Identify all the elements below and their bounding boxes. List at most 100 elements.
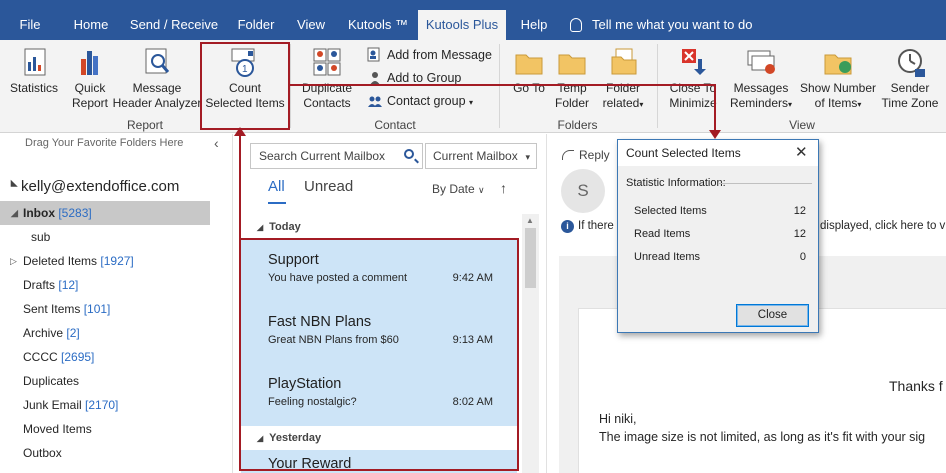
- stat-row-read: Read Items 12: [634, 228, 806, 240]
- add-from-message-icon: [367, 47, 383, 63]
- sort-label: By Date: [432, 182, 475, 196]
- folder-item-sub[interactable]: sub: [0, 225, 210, 249]
- scroll-up-icon[interactable]: ▲: [526, 216, 534, 225]
- folder-item-outbox[interactable]: Outbox: [0, 441, 210, 465]
- folder-related-button[interactable]: Folder related▾: [598, 47, 648, 112]
- folder-name: Deleted Items: [23, 254, 98, 268]
- folder-name: Moved Items: [23, 422, 92, 436]
- statistics-button[interactable]: Statistics: [6, 47, 62, 96]
- search-icon[interactable]: [404, 149, 414, 159]
- folder-pane: Drag Your Favorite Folders Here ‹ kelly@…: [0, 134, 233, 473]
- folder-item-archive[interactable]: Archive [2]: [0, 321, 210, 345]
- search-scope-value: Current Mailbox: [433, 149, 518, 163]
- folder-item-duplicates[interactable]: Duplicates: [0, 369, 210, 393]
- scrollbar-thumb[interactable]: [525, 228, 536, 288]
- folder-count: [2]: [66, 326, 80, 340]
- search-scope-dropdown[interactable]: Current Mailbox ▾: [425, 143, 537, 169]
- contact-group-label: Contact group: [387, 94, 466, 108]
- group-separator: [657, 44, 658, 128]
- quick-report-label: Quick Report: [71, 81, 109, 110]
- folder-item-moved[interactable]: Moved Items: [0, 417, 210, 441]
- collapse-pane-icon[interactable]: ‹: [214, 135, 219, 151]
- group-header-today[interactable]: ◢ Today: [257, 221, 301, 233]
- stat-label: Unread Items: [634, 251, 701, 263]
- chevron-down-icon: ▾: [525, 152, 530, 162]
- ribbon: Statistics Quick Report Message Header A…: [0, 40, 946, 133]
- avatar: S: [561, 169, 605, 213]
- contact-group-dropdown[interactable]: Contact group ▾: [365, 91, 473, 111]
- sort-direction-icon[interactable]: ↑: [500, 180, 507, 196]
- filter-unread-tab[interactable]: Unread: [304, 178, 353, 195]
- stat-row-unread: Unread Items 0: [634, 251, 806, 263]
- go-to-button[interactable]: Go To: [506, 47, 552, 96]
- tab-kutools[interactable]: Kutools ™: [340, 10, 416, 40]
- folders-group-label: Folders: [557, 118, 598, 132]
- folder-item-deleted[interactable]: ▷ Deleted Items [1927]: [0, 249, 210, 273]
- folder-icon: [512, 47, 546, 77]
- quick-report-button[interactable]: Quick Report: [68, 47, 112, 111]
- folder-item-inbox[interactable]: ◢ Inbox [5283]: [0, 201, 210, 225]
- add-from-message-button[interactable]: Add from Message: [365, 45, 492, 65]
- divider: [719, 183, 812, 184]
- stat-label: Selected Items: [634, 205, 707, 217]
- tab-home[interactable]: Home: [66, 10, 116, 40]
- folder-item-junk[interactable]: Junk Email [2170]: [0, 393, 210, 417]
- tab-help[interactable]: Help: [514, 10, 554, 40]
- annotation-line: [714, 84, 716, 132]
- group-separator: [290, 44, 291, 128]
- folder-item-cccc[interactable]: CCCC [2695]: [0, 345, 210, 369]
- show-number-of-items-button[interactable]: Show Number of Items▾: [797, 47, 879, 112]
- stat-row-selected: Selected Items 12: [634, 205, 806, 217]
- messages-reminders-button[interactable]: Messages Reminders▾: [728, 47, 794, 112]
- tab-view[interactable]: View: [290, 10, 332, 40]
- close-button[interactable]: Close: [736, 304, 809, 327]
- show-number-of-items-label: Show Number of Items▾: [799, 81, 877, 110]
- tell-me-box[interactable]: Tell me what you want to do: [570, 10, 752, 40]
- group-separator: [499, 44, 500, 128]
- folder-name: sub: [31, 230, 51, 244]
- chevron-down-icon: ∨: [478, 185, 485, 195]
- sender-time-zone-button[interactable]: Sender Time Zone: [877, 47, 943, 111]
- duplicate-contacts-button[interactable]: Duplicate Contacts: [298, 47, 356, 111]
- quick-report-icon: [73, 47, 107, 77]
- sender-time-zone-label: Sender Time Zone: [881, 81, 939, 110]
- folder-name: Archive: [23, 326, 64, 340]
- close-to-minimize-icon: [676, 47, 710, 77]
- folder-item-drafts[interactable]: Drafts [12]: [0, 273, 210, 297]
- info-bar-text[interactable]: displayed, click here to v: [820, 220, 945, 232]
- tab-send-receive[interactable]: Send / Receive: [126, 10, 222, 40]
- sort-by-dropdown[interactable]: By Date ∨: [432, 182, 485, 196]
- reply-icon: [562, 150, 574, 160]
- info-icon: i: [561, 220, 574, 233]
- folder-item-sent[interactable]: Sent Items [101]: [0, 297, 210, 321]
- pane-divider[interactable]: [546, 134, 547, 473]
- annotation-arrow-icon: [709, 130, 721, 139]
- statistic-label: Statistic Information:: [626, 177, 726, 189]
- reply-label: Reply: [579, 148, 610, 162]
- dialog-title-bar[interactable]: Count Selected Items ✕: [618, 140, 818, 166]
- info-bar[interactable]: i If there: [561, 220, 614, 233]
- reply-button[interactable]: Reply: [562, 148, 610, 162]
- add-from-message-label: Add from Message: [387, 48, 492, 62]
- message-header-analyzer-button[interactable]: Message Header Analyzer: [112, 47, 202, 111]
- folder-name: CCCC: [23, 350, 58, 364]
- tab-kutools-plus[interactable]: Kutools Plus: [418, 10, 506, 40]
- expand-icon: [7, 179, 18, 191]
- folder-count: [12]: [58, 278, 79, 292]
- annotation-line: [239, 133, 241, 238]
- tab-folder[interactable]: Folder: [230, 10, 282, 40]
- search-input[interactable]: Search Current Mailbox: [250, 143, 423, 169]
- dialog-title: Count Selected Items: [626, 146, 741, 160]
- account-email: kelly@extendoffice.com: [21, 178, 180, 195]
- contact-group-icon: [367, 93, 383, 109]
- close-icon[interactable]: ✕: [795, 143, 808, 161]
- account-header[interactable]: kelly@extendoffice.com: [7, 178, 180, 195]
- message-list-scrollbar[interactable]: ▲: [522, 214, 539, 473]
- temp-folder-button[interactable]: Temp Folder: [550, 47, 594, 111]
- group-label: Today: [269, 221, 301, 233]
- folder-name: Drafts: [23, 278, 56, 292]
- filter-all-tab[interactable]: All: [268, 178, 286, 204]
- folder-count: [2695]: [61, 350, 95, 364]
- statistics-label: Statistics: [9, 81, 58, 95]
- tab-file[interactable]: File: [8, 10, 52, 40]
